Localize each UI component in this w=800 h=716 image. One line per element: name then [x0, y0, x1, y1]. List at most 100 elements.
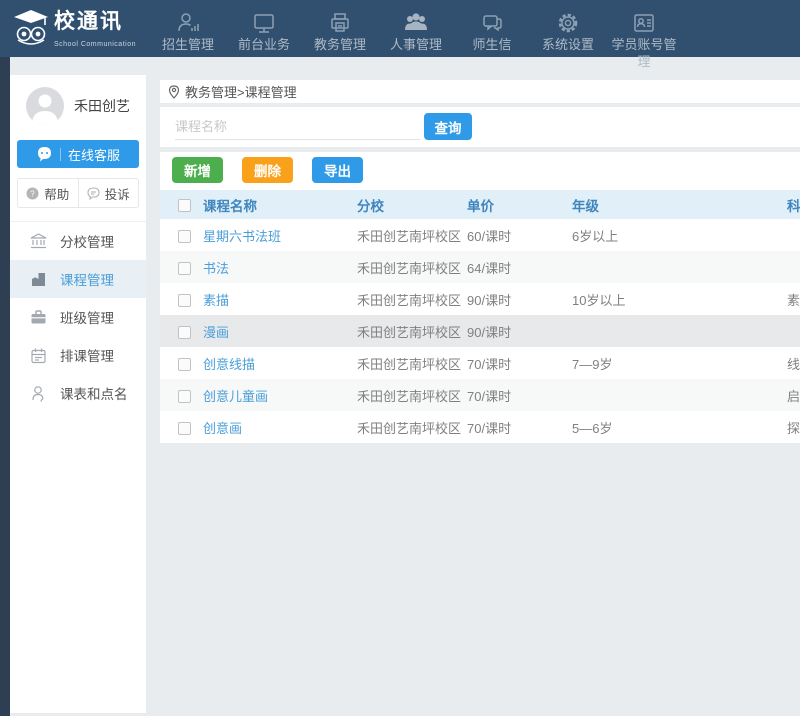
cell-branch: 禾田创艺南坪校区: [357, 418, 467, 437]
sidebar-menu: 分校管理 课程管理 班级管理: [10, 221, 146, 412]
toolbar: 新增 删除 导出: [160, 152, 800, 183]
username: 禾田创艺: [74, 96, 130, 116]
person-icon: [30, 385, 47, 402]
select-all-checkbox[interactable]: [178, 199, 191, 212]
course-table: 课程名称 分校 单价 年级 科 星期六书法班 禾田创艺南坪校区 60/课时 6岁…: [160, 190, 800, 443]
table-header-row: 课程名称 分校 单价 年级 科: [160, 190, 800, 219]
table-row: 创意画 禾田创艺南坪校区 70/课时 5—6岁 探: [160, 411, 800, 443]
nav-item-hr[interactable]: 人事管理: [383, 0, 449, 70]
table-row: 书法 禾田创艺南坪校区 64/课时: [160, 251, 800, 283]
course-name-link[interactable]: 星期六书法班: [203, 226, 357, 245]
breadcrumb-text: 教务管理>课程管理: [185, 82, 297, 101]
query-button[interactable]: 查询: [424, 113, 472, 140]
person-stats-icon: [155, 7, 221, 35]
column-subject: 科: [787, 195, 800, 215]
course-name-link[interactable]: 创意画: [203, 418, 357, 437]
app-logo[interactable]: 校通讯 School Communication: [12, 8, 144, 53]
row-checkbox[interactable]: [178, 230, 191, 243]
row-checkbox[interactable]: [178, 326, 191, 339]
online-service-button[interactable]: 在线客服: [17, 140, 139, 168]
cell-branch: 禾田创艺南坪校区: [357, 386, 467, 405]
table-body: 星期六书法班 禾田创艺南坪校区 60/课时 6岁以上 书法 禾田创艺南坪校区 6…: [160, 219, 800, 443]
monitor-icon: [231, 7, 297, 35]
export-button[interactable]: 导出: [312, 157, 363, 183]
sidebar: 禾田创艺 在线客服 ? 帮助: [10, 75, 146, 713]
calendar-icon: [30, 347, 47, 364]
search-panel: 查询: [160, 107, 800, 147]
user-block: 禾田创艺: [10, 75, 146, 125]
course-name-search-input[interactable]: [175, 114, 420, 140]
printer-icon: [307, 7, 373, 35]
cell-branch: 禾田创艺南坪校区: [357, 322, 467, 341]
table-row: 创意线描 禾田创艺南坪校区 70/课时 7—9岁 线: [160, 347, 800, 379]
cell-subject: 线: [787, 354, 800, 373]
table-row: 创意儿童画 禾田创艺南坪校区 70/课时 启: [160, 379, 800, 411]
column-grade: 年级: [572, 195, 787, 215]
cell-grade: 6岁以上: [572, 226, 787, 245]
cell-subject: 素: [787, 290, 800, 309]
left-edge-strip: [0, 57, 10, 716]
cell-price: 60/课时: [467, 226, 572, 245]
course-name-link[interactable]: 素描: [203, 290, 357, 309]
cell-price: 70/课时: [467, 386, 572, 405]
nav-item-academic[interactable]: 教务管理: [307, 0, 373, 70]
help-button[interactable]: ? 帮助: [18, 179, 79, 207]
cell-price: 90/课时: [467, 322, 572, 341]
main-nav: 招生管理 前台业务 教务管理: [150, 0, 682, 70]
help-complaint-box: ? 帮助 投诉: [17, 178, 139, 208]
delete-button[interactable]: 删除: [242, 157, 293, 183]
cell-grade: 5—6岁: [572, 418, 787, 437]
cell-price: 64/课时: [467, 258, 572, 277]
course-name-link[interactable]: 创意线描: [203, 354, 357, 373]
cell-branch: 禾田创艺南坪校区: [357, 354, 467, 373]
cell-branch: 禾田创艺南坪校区: [357, 258, 467, 277]
avatar[interactable]: [26, 87, 64, 125]
id-card-icon: [611, 7, 677, 35]
breadcrumb: 教务管理>课程管理: [160, 80, 800, 103]
divider: [60, 148, 61, 161]
complaint-button[interactable]: 投诉: [79, 179, 139, 207]
question-circle-icon: ?: [26, 187, 39, 200]
cell-grade: 7—9岁: [572, 354, 787, 373]
row-checkbox[interactable]: [178, 262, 191, 275]
bank-icon: [30, 233, 47, 250]
row-checkbox[interactable]: [178, 294, 191, 307]
course-name-link[interactable]: 创意儿童画: [203, 386, 357, 405]
course-name-link[interactable]: 书法: [203, 258, 357, 277]
sidebar-item-branch-management[interactable]: 分校管理: [10, 222, 146, 260]
nav-item-messages[interactable]: 师生信: [459, 0, 525, 70]
column-price: 单价: [467, 195, 572, 215]
owl-graduation-logo-icon: [12, 8, 50, 53]
sidebar-item-course-management[interactable]: 课程管理: [10, 260, 146, 298]
svg-text:?: ?: [31, 189, 36, 198]
add-button[interactable]: 新增: [172, 157, 223, 183]
cell-subject: 启: [787, 386, 800, 405]
nav-item-enrollment[interactable]: 招生管理: [155, 0, 221, 70]
row-checkbox[interactable]: [178, 390, 191, 403]
row-checkbox[interactable]: [178, 422, 191, 435]
cell-branch: 禾田创艺南坪校区: [357, 226, 467, 245]
app-title: 校通讯: [54, 10, 123, 33]
sidebar-item-class-management[interactable]: 班级管理: [10, 298, 146, 336]
row-checkbox[interactable]: [178, 358, 191, 371]
cell-grade: 10岁以上: [572, 290, 787, 309]
customer-service-icon: [36, 146, 53, 163]
nav-item-settings[interactable]: 系统设置: [535, 0, 601, 70]
gear-icon: [535, 7, 601, 35]
course-name-link[interactable]: 漫画: [203, 322, 357, 341]
location-pin-icon: [168, 85, 180, 99]
cell-subject: 探: [787, 418, 800, 437]
sidebar-item-timetable-rollcall[interactable]: 课表和点名: [10, 374, 146, 412]
app-subtitle: School Communication: [54, 41, 136, 48]
nav-item-front-desk[interactable]: 前台业务: [231, 0, 297, 70]
sidebar-item-schedule-management[interactable]: 排课管理: [10, 336, 146, 374]
briefcase-icon: [30, 309, 47, 326]
nav-item-student-accounts[interactable]: 学员账号管理: [611, 0, 677, 70]
course-list-panel: 新增 删除 导出 课程名称 分校 单价 年级 科 星期六书法班 禾田创艺南坪校区…: [160, 152, 800, 443]
column-branch: 分校: [357, 195, 467, 215]
cell-price: 90/课时: [467, 290, 572, 309]
cell-branch: 禾田创艺南坪校区: [357, 290, 467, 309]
table-row: 星期六书法班 禾田创艺南坪校区 60/课时 6岁以上: [160, 219, 800, 251]
cell-price: 70/课时: [467, 418, 572, 437]
table-row: 漫画 禾田创艺南坪校区 90/课时: [160, 315, 800, 347]
